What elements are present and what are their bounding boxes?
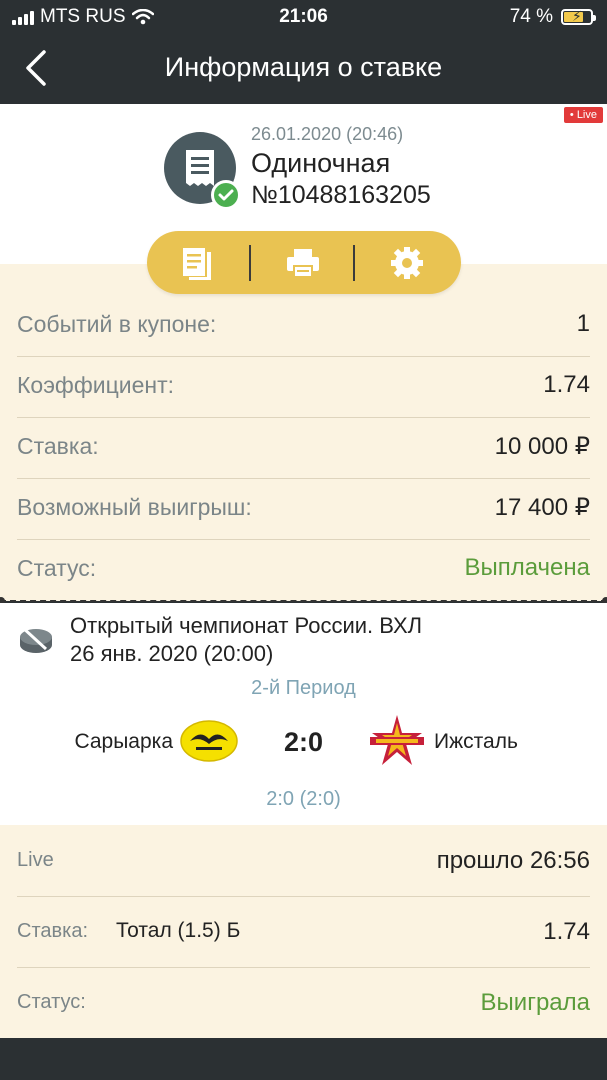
summary-label: Коэффициент:: [17, 372, 175, 398]
event-date: 26 янв. 2020 (20:00): [70, 641, 274, 666]
event-period: 2-й Период: [251, 677, 356, 699]
summary-label: Статус:: [17, 555, 97, 581]
bet-market: Тотал (1.5) Б: [116, 919, 241, 942]
summary-value: 10 000 ₽: [494, 433, 590, 460]
hockey-puck-icon: [20, 625, 52, 653]
summary-label: Возможный выигрыш:: [17, 494, 252, 520]
printer-icon: [287, 249, 319, 278]
document-button[interactable]: [177, 244, 217, 282]
action-divider: [249, 245, 251, 281]
summary-row-status: Статус: Выплачена: [0, 539, 607, 600]
summary-label: Ставка:: [17, 433, 99, 459]
stake-label: Ставка:: [17, 920, 88, 942]
summary-row-odds: Коэффициент: 1.74: [0, 356, 607, 417]
bet-status: Выиграла: [480, 989, 590, 1016]
summary-row-events: Событий в купоне: 1: [0, 295, 607, 356]
status-label: Статус:: [17, 991, 86, 1013]
dashed-divider: [0, 600, 607, 602]
bet-status-row: Статус: Выиграла: [0, 967, 607, 1038]
summary-row-payout: Возможный выигрыш: 17 400 ₽: [0, 478, 607, 539]
bet-odds: 1.74: [543, 918, 590, 945]
coupon-actions: [147, 231, 461, 294]
bet-details: Live прошло 26:56 Ставка: Тотал (1.5) Б …: [0, 825, 607, 1038]
coupon-summary: Событий в купоне: 1 Коэффициент: 1.74 Ст…: [0, 264, 607, 601]
settings-icon: [391, 247, 423, 279]
bet-info-screen: MTS RUS 21:06 74 % ⚡ Информация о ставке…: [0, 0, 607, 1080]
live-label: Live: [17, 849, 54, 871]
coupon-type: Одиночная: [251, 148, 391, 178]
summary-value: 1.74: [543, 371, 590, 398]
app-header: Информация о ставке: [0, 34, 607, 104]
bottom-bar: [0, 1038, 607, 1080]
away-team-logo: [370, 715, 424, 765]
status-right: 74 % ⚡: [509, 6, 596, 28]
battery-icon: ⚡: [561, 8, 596, 25]
coupon-status: Выплачена: [464, 554, 590, 581]
check-icon: [211, 180, 241, 210]
away-team-name: Ижсталь: [434, 730, 518, 753]
print-button[interactable]: [283, 244, 323, 282]
live-badge: • Live: [563, 107, 603, 123]
summary-value: 1: [576, 310, 590, 337]
document-icon: [183, 248, 211, 280]
status-bar: MTS RUS 21:06 74 % ⚡: [0, 0, 607, 34]
event-card[interactable]: Открытый чемпионат России. ВХЛ 26 янв. 2…: [0, 603, 607, 825]
bet-live-row: Live прошло 26:56: [0, 825, 607, 896]
coupon-date: 26.01.2020 (20:46): [251, 124, 404, 144]
settings-button[interactable]: [387, 244, 427, 282]
coupon-number: №10488163205: [251, 181, 431, 209]
battery-percent: 74 %: [509, 6, 553, 27]
bet-market-row: Ставка: Тотал (1.5) Б 1.74: [0, 896, 607, 967]
page-title: Информация о ставке: [164, 52, 443, 82]
summary-row-stake: Ставка: 10 000 ₽: [0, 417, 607, 478]
tournament-name: Открытый чемпионат России. ВХЛ: [70, 613, 423, 638]
elapsed-time: прошло 26:56: [436, 847, 590, 874]
period-score: 2:0 (2:0): [266, 788, 341, 810]
summary-value: 17 400 ₽: [494, 494, 590, 521]
action-divider: [353, 245, 355, 281]
summary-label: Событий в купоне:: [17, 311, 217, 337]
